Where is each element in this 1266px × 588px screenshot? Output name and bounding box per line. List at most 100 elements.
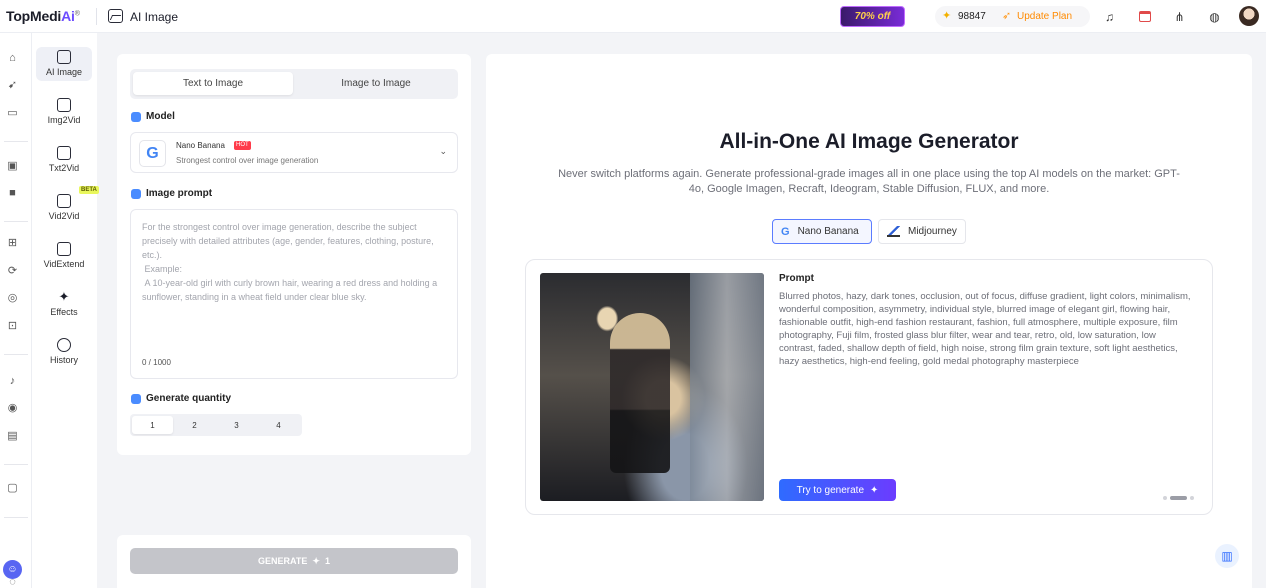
tab-image-to-image[interactable]: Image to Image [296, 72, 456, 95]
image-to-video-icon [57, 98, 71, 112]
tool-txt2vid[interactable]: Txt2Vid [36, 143, 92, 177]
globe-icon[interactable]: ◍ [1204, 6, 1225, 27]
try-generate-button[interactable]: Try to generate ✦ [779, 479, 896, 501]
quantity-option-2[interactable]: 2 [174, 416, 215, 434]
generate-button[interactable]: GENERATE ✦ 1 [130, 548, 458, 574]
char-counter: 0 / 1000 [142, 358, 171, 367]
file-add-icon[interactable]: ⊞ [6, 237, 19, 250]
carousel-dot[interactable] [1190, 496, 1194, 500]
home-icon[interactable]: ⌂ [6, 52, 19, 65]
target-icon[interactable]: ◎ [6, 292, 19, 305]
model-select[interactable]: G Nano Banana HOT Strongest control over… [130, 132, 458, 173]
image-icon [108, 9, 123, 23]
rail-divider [4, 141, 28, 142]
main-content: All-in-One AI Image Generator Never swit… [486, 54, 1252, 588]
generate-label: GENERATE [258, 556, 308, 566]
app-logo[interactable]: TopMediAi® [6, 8, 80, 24]
sparkle-icon: ✦ [312, 555, 320, 566]
tool-label: History [49, 355, 78, 365]
tab-label: Nano Banana [797, 226, 859, 237]
model-description: Strongest control over image generation [176, 156, 319, 165]
chat-icon[interactable]: ◌ [6, 576, 19, 588]
tool-label: Vid2Vid [48, 211, 80, 221]
woman-figure [610, 313, 670, 473]
tool-history[interactable]: History [36, 335, 92, 369]
rail-divider [4, 517, 28, 518]
quantity-option-4[interactable]: 4 [258, 416, 299, 434]
prompt-label: Prompt [779, 273, 814, 284]
network-icon[interactable]: ⋔ [1169, 6, 1190, 27]
bell-icon[interactable]: ♫ [1099, 6, 1120, 27]
beta-badge: BETA [79, 186, 99, 194]
midjourney-sail-icon [887, 226, 900, 237]
extend-video-icon [57, 242, 71, 256]
settings-panel: Text to Image Image to Image Model G Nan… [117, 54, 471, 455]
left-rail: ⌂ ➹ ▭ ▣ ■ ⊞ ⟳ ◎ ⊡ ♪ ◉ ▤ ▢ ☺ [0, 33, 32, 588]
tab-label: Midjourney [908, 226, 957, 237]
google-logo-icon: G [781, 225, 790, 238]
try-generate-label: Try to generate [796, 484, 865, 496]
generate-cost: 1 [324, 556, 330, 566]
top-bar: TopMediAi® AI Image 70% off ✦ 98847 ➶ Up… [0, 0, 1266, 33]
camera-icon[interactable]: ■ [6, 187, 19, 200]
folder-icon[interactable]: ▭ [6, 107, 19, 120]
tool-label: VidExtend [43, 259, 85, 269]
hot-badge: HOT [234, 141, 251, 150]
tool-label: Effects [50, 307, 78, 317]
spiral-icon[interactable]: ◉ [6, 402, 19, 415]
promo-banner[interactable]: 70% off [840, 6, 905, 27]
prompt-text: Blurred photos, hazy, dark tones, occlus… [779, 291, 1191, 367]
example-image [540, 273, 764, 501]
tool-vid2vid[interactable]: Vid2Vid [36, 191, 92, 225]
video-edit-icon[interactable]: ▣ [6, 160, 19, 173]
carousel-dot[interactable] [1163, 496, 1167, 500]
tool-effects[interactable]: ✦ Effects [36, 287, 92, 321]
prompt-heading-text: Image prompt [146, 188, 213, 199]
quantity-heading-text: Generate quantity [146, 393, 232, 404]
edit-icon [131, 188, 141, 199]
logo-ai-text: Ai [61, 8, 75, 24]
prompt-heading: Image prompt [131, 188, 212, 199]
rail-divider [4, 221, 28, 222]
rail-divider [4, 464, 28, 465]
badge-icon[interactable]: ⊡ [6, 320, 19, 333]
header-divider [96, 8, 97, 25]
model-heading: Model [131, 111, 175, 122]
model-heading-text: Model [146, 111, 175, 122]
tab-nano-banana[interactable]: G Nano Banana [772, 219, 872, 244]
stack-icon [131, 393, 141, 404]
sparkle-icon: ✦ [942, 10, 952, 22]
example-card: Prompt Blurred photos, hazy, dark tones,… [525, 259, 1213, 515]
avatar[interactable] [1239, 6, 1259, 26]
tab-text-to-image[interactable]: Text to Image [133, 72, 293, 95]
model-name: Nano Banana [176, 141, 225, 150]
rail-divider [4, 354, 28, 355]
tool-vidextend[interactable]: VidExtend [36, 239, 92, 273]
ai-box-icon[interactable]: ▢ [6, 482, 19, 495]
sparkle-icon: ✦ [870, 484, 879, 496]
image-icon [57, 50, 71, 64]
film-icon[interactable]: ▤ [6, 430, 19, 443]
carousel-dot-active[interactable] [1170, 496, 1187, 500]
update-plan-link[interactable]: Update Plan [1017, 11, 1072, 22]
file-refresh-icon[interactable]: ⟳ [6, 265, 19, 278]
compass-icon[interactable]: ➹ [6, 79, 19, 92]
chevron-down-icon: ⌄ [439, 146, 447, 156]
prompt-input[interactable]: For the strongest control over image gen… [130, 209, 458, 379]
carousel-dots [1163, 496, 1194, 500]
quantity-option-1[interactable]: 1 [132, 416, 173, 434]
text-to-video-icon [57, 146, 71, 160]
quantity-option-3[interactable]: 3 [216, 416, 257, 434]
music-icon[interactable]: ♪ [6, 375, 19, 388]
magic-wand-icon: ✦ [58, 289, 70, 304]
tab-midjourney[interactable]: Midjourney [878, 219, 966, 244]
tool-img2vid[interactable]: Img2Vid [36, 95, 92, 129]
google-logo-icon: G [139, 140, 166, 167]
generate-area: GENERATE ✦ 1 [117, 535, 471, 588]
quantity-heading: Generate quantity [131, 393, 231, 404]
calendar-icon[interactable] [1134, 6, 1155, 27]
tool-ai-image[interactable]: AI Image [36, 47, 92, 81]
logo-registered-mark: ® [74, 10, 80, 18]
clock-icon [57, 338, 71, 352]
book-icon[interactable]: ▥ [1215, 544, 1239, 568]
